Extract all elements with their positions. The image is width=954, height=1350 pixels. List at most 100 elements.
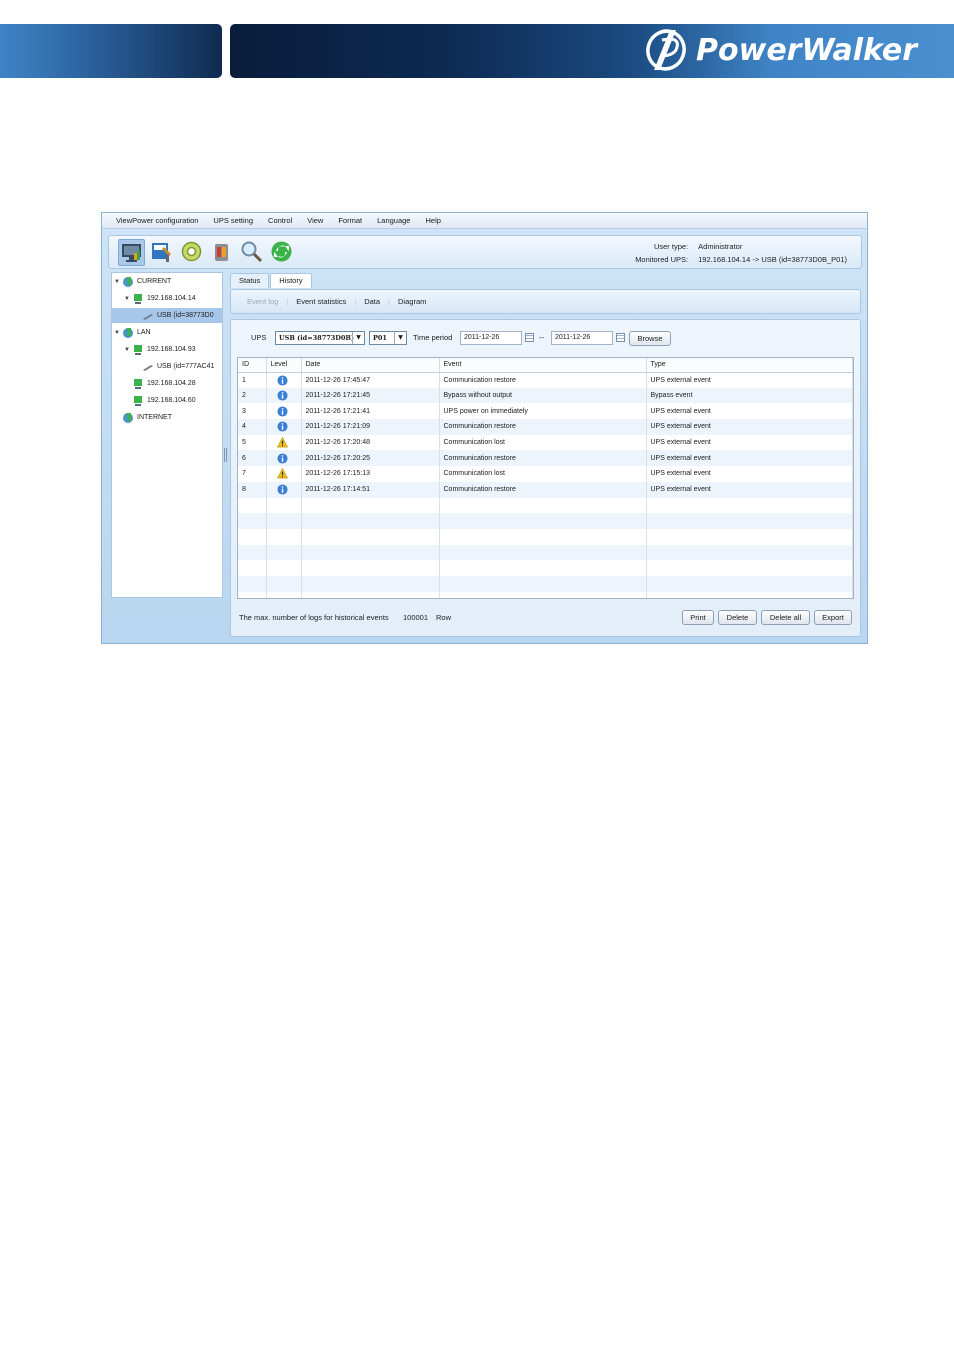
tree-node-lan-ip2[interactable]: 192.168.104.28	[132, 376, 196, 391]
expand-arrow-icon[interactable]: ▼	[124, 347, 132, 353]
tree-node-lan-ip3[interactable]: 192.168.104.60	[132, 393, 196, 408]
cell-id: 1	[238, 372, 267, 388]
warning-icon	[276, 468, 288, 479]
svg-text:PowerWalker: PowerWalker	[696, 33, 919, 68]
cell-type: UPS external event	[646, 466, 853, 482]
delete-all-button[interactable]: Delete all	[761, 610, 810, 625]
table-row[interactable]: 7 2011-12-26 17:15:13 Communication lost UP…	[238, 466, 853, 482]
tree-node-current-ip[interactable]: ▼ 192.168.104.14	[124, 291, 196, 306]
port-select[interactable]: P01 ▼	[369, 331, 407, 345]
cell-id: 7	[238, 466, 267, 482]
column-type[interactable]: Type	[646, 358, 853, 373]
tab-status[interactable]: Status	[230, 273, 270, 288]
menu-format[interactable]: Format	[338, 216, 362, 225]
column-event[interactable]: Event	[439, 358, 647, 373]
table-row[interactable]: 8 2011-12-26 17:14:51 Communication restor…	[238, 481, 853, 498]
monitor-icon[interactable]	[118, 239, 145, 266]
table-row[interactable]: 1 2011-12-26 17:45:47 Communication restor…	[238, 372, 853, 388]
column-id[interactable]: ID	[238, 358, 267, 373]
table-row[interactable]: 6 2011-12-26 17:20:25 Communication restor…	[238, 450, 853, 467]
cell-level	[266, 434, 302, 451]
expand-arrow-icon[interactable]: ▼	[114, 279, 122, 285]
max-logs-label: The max. number of logs for historical e…	[239, 613, 389, 622]
computer-icon	[134, 395, 142, 406]
info-icon	[276, 390, 288, 401]
cell-event: Communication restore	[439, 450, 647, 467]
menu-help[interactable]: Help	[425, 216, 440, 225]
table-row[interactable]: 3 2011-12-26 17:21:41 UPS power on immedia…	[238, 403, 853, 420]
event-table: ID Level Date Event Type 1 2011-12-26 17:…	[237, 357, 854, 599]
subtab-event-statistics[interactable]: Event statistics	[296, 297, 346, 306]
export-button[interactable]: Export	[814, 610, 852, 625]
info-icon	[276, 484, 288, 495]
cell-event: Communication lost	[439, 434, 647, 451]
time-period-label: Time period	[413, 333, 453, 342]
subtab-data[interactable]: Data	[364, 297, 380, 306]
ups-select[interactable]: USB (id=38773D0B) ▼	[275, 331, 365, 345]
menu-viewpower-configuration[interactable]: ViewPower configuration	[116, 216, 198, 225]
cell-level	[266, 419, 302, 435]
column-level[interactable]: Level	[266, 358, 302, 373]
gear-icon[interactable]	[179, 239, 206, 266]
event-log-panel: UPS USB (id=38773D0B) ▼ P01 ▼ Time perio…	[230, 319, 861, 637]
expand-arrow-icon[interactable]: ▼	[124, 296, 132, 302]
menu-ups-setting[interactable]: UPS setting	[213, 216, 253, 225]
cell-id: 6	[238, 450, 267, 467]
column-date[interactable]: Date	[301, 358, 440, 373]
cell-level	[266, 372, 302, 388]
tree-node-lan-usb[interactable]: USB (id=777AC41	[142, 359, 214, 374]
cell-date: 2011-12-26 17:20:48	[301, 434, 440, 451]
cell-level	[266, 403, 302, 420]
print-button[interactable]: Print	[682, 610, 714, 625]
subtab-diagram[interactable]: Diagram	[398, 297, 426, 306]
cell-event: Communication restore	[439, 419, 647, 435]
cell-type: UPS external event	[646, 372, 853, 388]
cell-id: 2	[238, 387, 267, 404]
menu-language[interactable]: Language	[377, 216, 410, 225]
main-tabs: Status History	[230, 273, 313, 288]
tree-node-lan[interactable]: ▼ LAN	[114, 325, 151, 340]
globe-icon	[123, 412, 133, 423]
tree-node-current[interactable]: ▼ CURRENT	[114, 274, 171, 289]
tree-node-current-usb[interactable]: USB (id=38773D0	[112, 308, 222, 323]
info-icon	[276, 406, 288, 417]
table-row-empty	[238, 560, 853, 576]
table-row[interactable]: 5 2011-12-26 17:20:48 Communication lost UP…	[238, 434, 853, 451]
table-row-empty	[238, 591, 853, 598]
menu-view[interactable]: View	[307, 216, 323, 225]
calendar-icon[interactable]	[525, 333, 534, 342]
cell-level	[266, 466, 302, 482]
table-row[interactable]: 4 2011-12-26 17:21:09 Communication restor…	[238, 419, 853, 435]
tab-history[interactable]: History	[270, 273, 312, 288]
search-icon[interactable]	[239, 239, 266, 266]
cell-date: 2011-12-26 17:21:45	[301, 387, 440, 404]
browse-button[interactable]: Browse	[629, 331, 671, 346]
refresh-icon[interactable]	[269, 239, 296, 266]
tree-node-internet[interactable]: INTERNET	[122, 410, 172, 425]
subtab-separator: |	[286, 297, 289, 306]
table-row-empty	[238, 528, 853, 545]
cell-event: Bypass without output	[439, 387, 647, 404]
cell-event: Communication restore	[439, 481, 647, 498]
cell-date: 2011-12-26 17:45:47	[301, 372, 440, 388]
cell-type: UPS external event	[646, 481, 853, 498]
menu-control[interactable]: Control	[268, 216, 292, 225]
subtab-separator: |	[388, 297, 391, 306]
cell-id: 8	[238, 481, 267, 498]
panel-splitter[interactable]	[224, 448, 227, 462]
configuration-icon[interactable]	[149, 239, 176, 266]
delete-button[interactable]: Delete	[718, 610, 757, 625]
shutdown-icon[interactable]	[209, 239, 236, 266]
subtab-event-log[interactable]: Event log	[247, 297, 278, 306]
date-from-input[interactable]: 2011-12-26	[460, 331, 522, 345]
date-to-input[interactable]: 2011-12-26	[551, 331, 613, 345]
table-row[interactable]: 2 2011-12-26 17:21:45 Bypass without outpu…	[238, 387, 853, 404]
expand-arrow-icon[interactable]: ▼	[114, 330, 122, 336]
cell-type: UPS external event	[646, 403, 853, 420]
info-icon	[276, 421, 288, 432]
table-row-empty	[238, 497, 853, 514]
calendar-icon[interactable]	[616, 333, 625, 342]
cell-level	[266, 481, 302, 498]
tree-node-lan-ip1[interactable]: ▼ 192.168.104.93	[124, 342, 196, 357]
history-subtabs: Event log | Event statistics | Data | Di…	[230, 289, 861, 314]
